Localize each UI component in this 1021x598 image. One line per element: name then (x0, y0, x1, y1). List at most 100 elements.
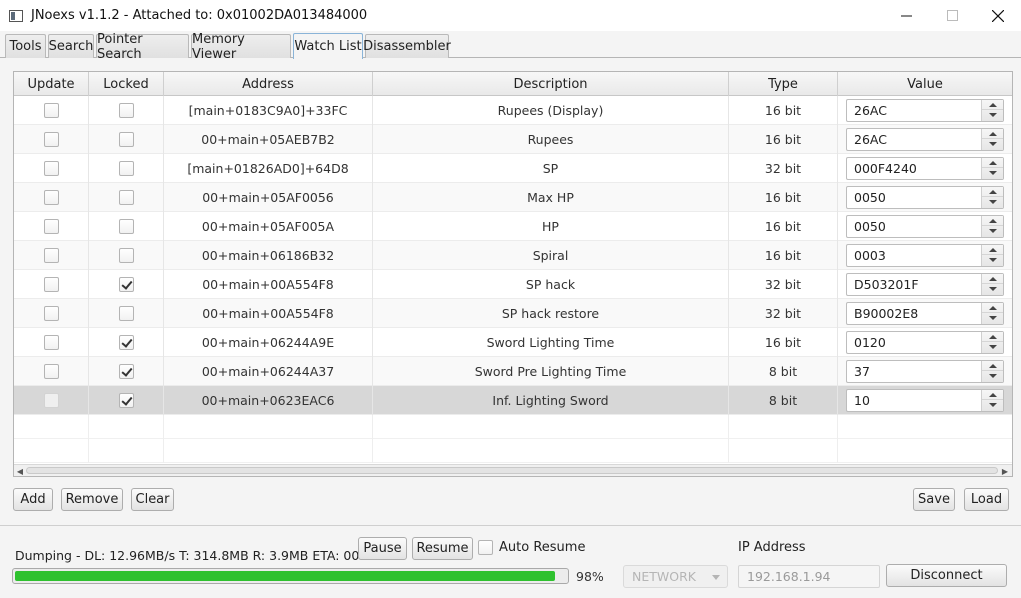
decrement-button[interactable] (982, 284, 1003, 294)
increment-button[interactable] (982, 158, 1003, 168)
decrement-button[interactable] (982, 400, 1003, 410)
value-input[interactable]: 10 (854, 390, 870, 411)
locked-checkbox[interactable] (118, 277, 134, 292)
locked-checkbox[interactable] (118, 335, 134, 350)
maximize-button[interactable] (929, 0, 975, 31)
value-input[interactable]: 0003 (854, 245, 886, 266)
tab-pointer-search[interactable]: Pointer Search (96, 32, 189, 62)
decrement-button[interactable] (982, 168, 1003, 178)
column-header-type[interactable]: Type (729, 72, 838, 96)
increment-button[interactable] (982, 129, 1003, 139)
update-checkbox[interactable] (43, 103, 59, 118)
pause-button[interactable]: Pause (358, 537, 407, 560)
increment-button[interactable] (982, 390, 1003, 400)
ip-address-input[interactable]: 192.168.1.94 (738, 565, 880, 588)
update-checkbox[interactable] (43, 219, 59, 234)
load-button[interactable]: Load (964, 488, 1009, 511)
locked-checkbox[interactable] (118, 132, 134, 147)
locked-checkbox[interactable] (118, 190, 134, 205)
update-checkbox[interactable] (43, 306, 59, 321)
table-row[interactable]: [main+01826AD0]+64D8 SP 32 bit 000F4240 (14, 154, 1012, 183)
value-input[interactable]: B90002E8 (854, 303, 918, 324)
value-spinner[interactable]: 0050 (846, 186, 1004, 209)
locked-checkbox[interactable] (118, 306, 134, 321)
table-row[interactable]: [main+0183C9A0]+33FC Rupees (Display) 16 b… (14, 96, 1012, 125)
column-header-update[interactable]: Update (14, 72, 89, 96)
update-checkbox[interactable] (43, 248, 59, 263)
decrement-button[interactable] (982, 255, 1003, 265)
value-spinner[interactable]: 0120 (846, 331, 1004, 354)
auto-resume-toggle[interactable]: Auto Resume (478, 540, 585, 555)
save-button[interactable]: Save (913, 488, 955, 511)
increment-button[interactable] (982, 187, 1003, 197)
tab-memory-viewer[interactable]: Memory Viewer (191, 32, 291, 62)
locked-checkbox[interactable] (118, 161, 134, 176)
value-input[interactable]: D503201F (854, 274, 919, 295)
value-input[interactable]: 0050 (854, 216, 886, 237)
value-spinner[interactable]: 000F4240 (846, 157, 1004, 180)
disconnect-button[interactable]: Disconnect (886, 564, 1007, 587)
value-input[interactable]: 26AC (854, 129, 887, 150)
tab-watch-list[interactable]: Watch List (293, 33, 363, 59)
add-button[interactable]: Add (13, 488, 53, 511)
close-button[interactable] (975, 0, 1021, 31)
increment-button[interactable] (982, 332, 1003, 342)
table-row[interactable]: 00+main+05AEB7B2 Rupees 16 bit 26AC (14, 125, 1012, 154)
minimize-button[interactable] (883, 0, 929, 31)
table-row[interactable]: 00+main+05AF0056 Max HP 16 bit 0050 (14, 183, 1012, 212)
increment-button[interactable] (982, 216, 1003, 226)
locked-checkbox[interactable] (118, 103, 134, 118)
locked-checkbox[interactable] (118, 219, 134, 234)
increment-button[interactable] (982, 274, 1003, 284)
clear-button[interactable]: Clear (131, 488, 174, 511)
horizontal-scrollbar[interactable]: ◀ ▶ (14, 464, 1012, 476)
value-spinner[interactable]: D503201F (846, 273, 1004, 296)
column-header-description[interactable]: Description (373, 72, 729, 96)
table-row[interactable]: 00+main+0623EAC6 Inf. Lighting Sword 8 bit… (14, 386, 1012, 415)
value-spinner[interactable]: 26AC (846, 128, 1004, 151)
column-header-value[interactable]: Value (838, 72, 1012, 96)
remove-button[interactable]: Remove (61, 488, 123, 511)
update-checkbox[interactable] (43, 190, 59, 205)
column-header-locked[interactable]: Locked (89, 72, 164, 96)
decrement-button[interactable] (982, 197, 1003, 207)
auto-resume-checkbox[interactable] (478, 540, 493, 555)
tab-tools[interactable]: Tools (5, 34, 46, 58)
scroll-right-icon[interactable]: ▶ (1000, 466, 1010, 476)
value-input[interactable]: 0120 (854, 332, 886, 353)
value-spinner[interactable]: B90002E8 (846, 302, 1004, 325)
decrement-button[interactable] (982, 139, 1003, 149)
table-row[interactable]: 00+main+00A554F8 SP hack 32 bit D503201F (14, 270, 1012, 299)
update-checkbox[interactable] (43, 364, 59, 379)
value-spinner[interactable]: 0050 (846, 215, 1004, 238)
table-row[interactable]: 00+main+05AF005A HP 16 bit 0050 (14, 212, 1012, 241)
resume-button[interactable]: Resume (412, 537, 473, 560)
value-input[interactable]: 37 (854, 361, 870, 382)
increment-button[interactable] (982, 245, 1003, 255)
scrollbar-thumb[interactable] (26, 467, 998, 474)
decrement-button[interactable] (982, 342, 1003, 352)
table-row[interactable]: 00+main+06244A37 Sword Pre Lighting Time 8… (14, 357, 1012, 386)
table-row[interactable]: 00+main+06244A9E Sword Lighting Time 16 bi… (14, 328, 1012, 357)
table-row[interactable]: 00+main+00A554F8 SP hack restore 32 bit B90… (14, 299, 1012, 328)
increment-button[interactable] (982, 303, 1003, 313)
connection-mode-select[interactable]: NETWORK (623, 565, 728, 588)
locked-checkbox[interactable] (118, 248, 134, 263)
update-checkbox[interactable] (43, 277, 59, 292)
locked-checkbox[interactable] (118, 364, 134, 379)
value-spinner[interactable]: 26AC (846, 99, 1004, 122)
update-checkbox[interactable] (43, 161, 59, 176)
value-spinner[interactable]: 0003 (846, 244, 1004, 267)
column-header-address[interactable]: Address (164, 72, 373, 96)
value-spinner[interactable]: 37 (846, 360, 1004, 383)
value-input[interactable]: 26AC (854, 100, 887, 121)
increment-button[interactable] (982, 361, 1003, 371)
update-checkbox[interactable] (43, 335, 59, 350)
value-input[interactable]: 0050 (854, 187, 886, 208)
tab-disassembler[interactable]: Disassembler (363, 34, 451, 58)
scroll-left-icon[interactable]: ◀ (15, 466, 25, 476)
decrement-button[interactable] (982, 313, 1003, 323)
update-checkbox[interactable] (43, 132, 59, 147)
value-spinner[interactable]: 10 (846, 389, 1004, 412)
tab-search[interactable]: Search (48, 34, 94, 58)
